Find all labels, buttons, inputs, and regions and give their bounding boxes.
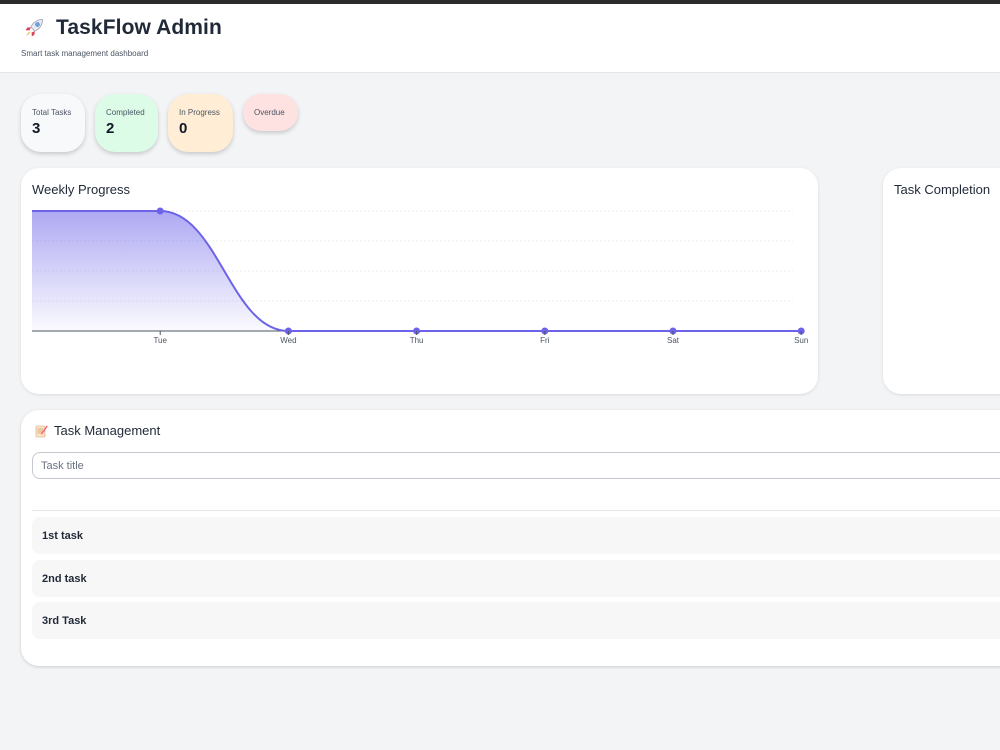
stat-value: 0	[179, 120, 188, 137]
stat-card-overdue: Overdue	[243, 94, 298, 131]
chart-tick-label: Wed	[280, 336, 296, 345]
task-item[interactable]: 2nd task	[32, 560, 1000, 597]
app-header: TaskFlow Admin Smart task management das…	[0, 4, 1000, 73]
stat-label: Completed	[106, 108, 145, 117]
app-title-row: TaskFlow Admin	[22, 16, 222, 40]
rocket-icon	[22, 16, 46, 40]
chart-tick-label: Sun	[794, 336, 808, 345]
divider	[32, 510, 1000, 511]
chart-tick-label: Fri	[540, 336, 550, 345]
weekly-progress-chart: Tue Wed Thu Fri Sat Sun	[31, 207, 808, 345]
stat-card-in-progress: In Progress 0	[168, 94, 233, 152]
stat-label: In Progress	[179, 108, 220, 117]
stat-label: Total Tasks	[32, 108, 72, 117]
task-item[interactable]: 3rd Task	[32, 602, 1000, 639]
task-management-panel: Task Management 1st task 2nd task 3rd Ta…	[21, 410, 1000, 666]
task-management-title: Task Management	[54, 423, 161, 438]
app-title: TaskFlow Admin	[56, 16, 222, 39]
memo-icon	[35, 424, 48, 438]
task-title-input[interactable]	[32, 452, 1000, 479]
task-item[interactable]: 1st task	[32, 517, 1000, 554]
stat-value: 3	[32, 120, 41, 137]
task-management-header: Task Management	[35, 423, 160, 438]
task-completion-panel: Task Completion	[883, 168, 1000, 394]
weekly-progress-panel: Weekly Progress Tue Wed Thu Fri Sat Sun	[21, 168, 818, 394]
task-completion-title: Task Completion	[894, 182, 991, 197]
stat-value: 2	[106, 120, 115, 137]
chart-tick-label: Thu	[410, 336, 424, 345]
stat-card-total-tasks: Total Tasks 3	[21, 94, 85, 152]
stat-card-completed: Completed 2	[95, 94, 158, 152]
chart-point	[156, 207, 164, 215]
app-subtitle: Smart task management dashboard	[21, 49, 149, 58]
chart-tick-label: Sat	[667, 336, 680, 345]
chart-tick-label: Tue	[153, 336, 167, 345]
stat-label: Overdue	[254, 108, 285, 117]
